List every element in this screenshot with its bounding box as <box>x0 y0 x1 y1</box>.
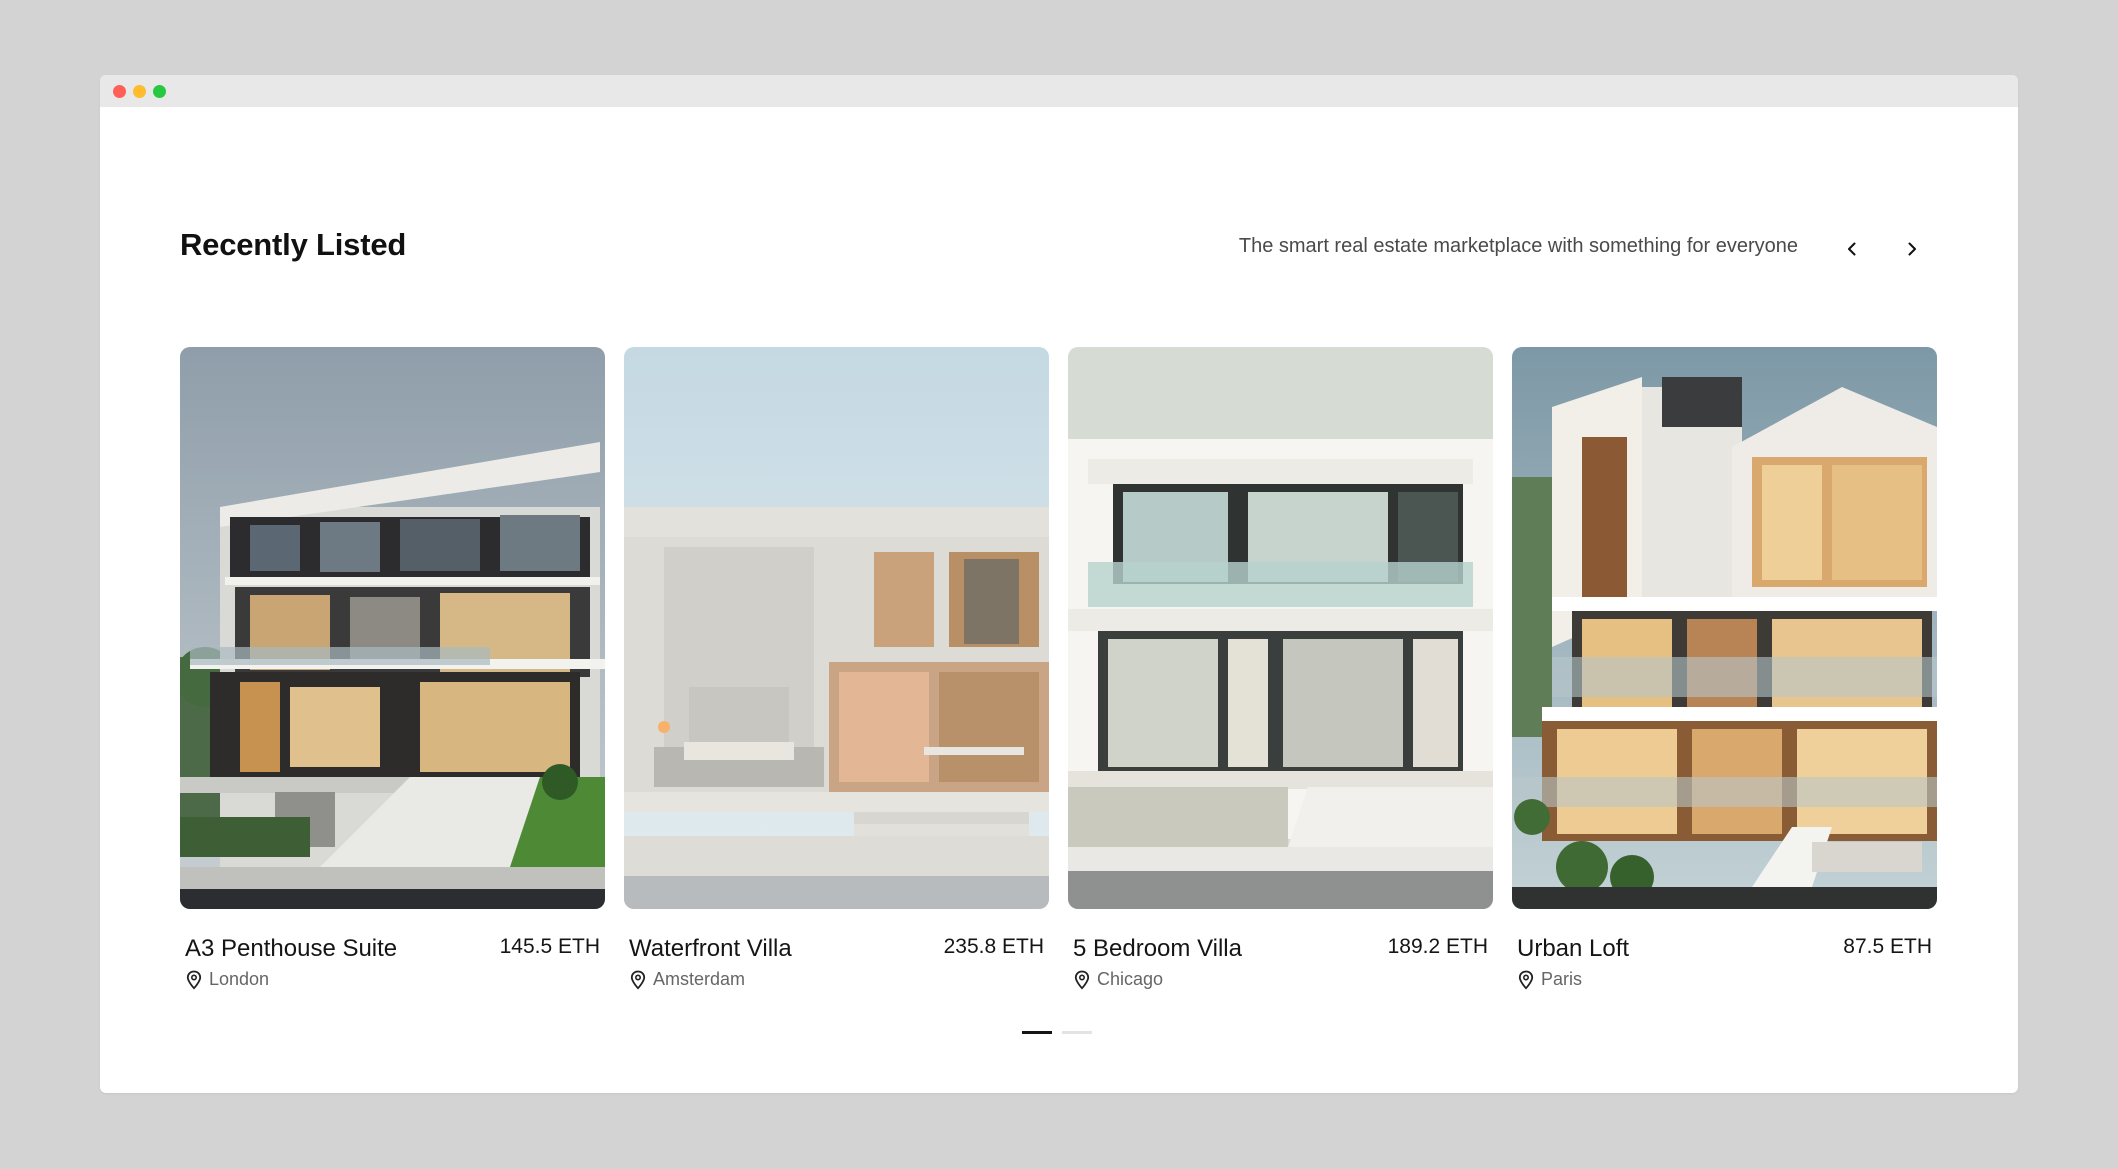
map-pin-icon <box>186 970 202 990</box>
map-pin-icon <box>630 970 646 990</box>
listing-location: Chicago <box>1073 969 1163 990</box>
listing-location: Paris <box>1517 969 1582 990</box>
chevron-right-icon <box>1908 242 1916 256</box>
browser-window: Recently Listed The smart real estate ma… <box>100 75 2018 1093</box>
listing-title[interactable]: 5 Bedroom Villa <box>1073 935 1242 963</box>
listing-location-label: Chicago <box>1097 969 1164 989</box>
listing-location: Amsterdam <box>629 969 745 990</box>
listing-location-label: Amsterdam <box>653 969 746 989</box>
listing-card[interactable]: A3 Penthouse Suite 145.5 ETH London <box>180 347 605 990</box>
listing-image[interactable] <box>624 347 1049 909</box>
listing-image[interactable] <box>1068 347 1493 909</box>
listing-location: London <box>185 969 269 990</box>
listing-card[interactable]: 5 Bedroom Villa 189.2 ETH Chicago <box>1068 347 1493 990</box>
pagination-indicator-1[interactable] <box>1022 1031 1052 1034</box>
carousel-next-button[interactable] <box>1890 227 1934 271</box>
carousel-pagination <box>1022 1031 1092 1034</box>
section-title: Recently Listed <box>180 227 407 262</box>
listing-price: 189.2 ETH <box>1387 935 1488 958</box>
listing-title[interactable]: Urban Loft <box>1517 935 1629 963</box>
listing-location-label: Paris <box>1541 969 1583 989</box>
listing-image[interactable] <box>1512 347 1937 909</box>
listing-price: 145.5 ETH <box>499 935 600 958</box>
listing-location-label: London <box>209 969 270 989</box>
maximize-window-button[interactable] <box>153 85 166 98</box>
listing-title[interactable]: Waterfront Villa <box>629 935 792 963</box>
window-titlebar <box>100 75 2018 107</box>
map-pin-icon <box>1074 970 1090 990</box>
close-window-button[interactable] <box>113 85 126 98</box>
chevron-left-icon <box>1848 242 1856 256</box>
listing-price: 235.8 ETH <box>943 935 1044 958</box>
listing-carousel: A3 Penthouse Suite 145.5 ETH London Wate… <box>180 347 1938 990</box>
listing-image[interactable] <box>180 347 605 909</box>
listing-price: 87.5 ETH <box>1843 935 1932 958</box>
listing-card[interactable]: Waterfront Villa 235.8 ETH Amsterdam <box>624 347 1049 990</box>
section-tagline: The smart real estate marketplace with s… <box>1238 235 1798 257</box>
minimize-window-button[interactable] <box>133 85 146 98</box>
listing-card[interactable]: Urban Loft 87.5 ETH Paris <box>1512 347 1937 990</box>
pagination-indicator-2[interactable] <box>1062 1031 1092 1034</box>
listing-title[interactable]: A3 Penthouse Suite <box>185 935 397 963</box>
map-pin-icon <box>1518 970 1534 990</box>
carousel-prev-button[interactable] <box>1830 227 1874 271</box>
